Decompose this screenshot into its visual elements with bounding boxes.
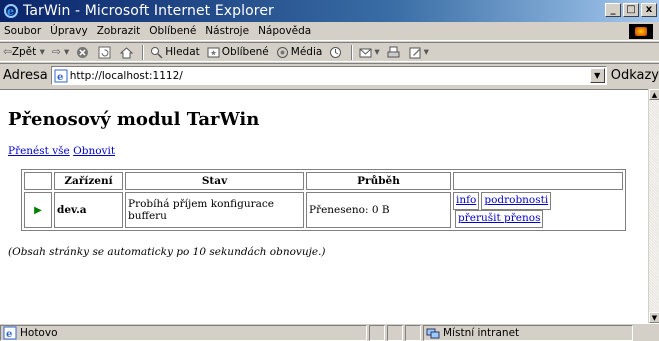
forward-arrow-icon: ⇨ ▾ bbox=[51, 46, 70, 58]
address-dropdown-button[interactable]: ▼ bbox=[589, 68, 605, 83]
status-bar: e Hotovo Místní intranet bbox=[0, 323, 659, 341]
windows-logo-icon bbox=[629, 24, 653, 39]
address-bar: Adresa e http://localhost:1112/ ▼ Odkazy bbox=[0, 63, 659, 87]
info-link[interactable]: info bbox=[456, 194, 476, 206]
toolbar: ⇦ Zpět ▾ ⇨ ▾ Hledat Oblíbené Média ▾ ▾ bbox=[0, 42, 659, 62]
window-title: TarWin - Microsoft Internet Explorer bbox=[23, 3, 274, 19]
table-row: ▶ dev.a Probíhá příjem konfigurace buffe… bbox=[24, 192, 623, 228]
device-actions: info podrobnosti přerušit přenos bbox=[453, 192, 623, 228]
status-panel bbox=[405, 324, 421, 341]
menu-bar: Soubor Úpravy Zobrazit Oblíbené Nástroje… bbox=[0, 22, 659, 41]
refresh-icon bbox=[98, 46, 111, 58]
chevron-down-icon: ▾ bbox=[423, 46, 429, 58]
search-button[interactable]: Hledat bbox=[150, 46, 200, 59]
page-icon: e bbox=[54, 69, 68, 83]
url-text[interactable]: http://localhost:1112/ bbox=[70, 70, 183, 82]
page-title: Přenosový modul TarWin bbox=[8, 109, 260, 130]
menu-zobrazit[interactable]: Zobrazit bbox=[97, 25, 141, 37]
stop-icon bbox=[77, 46, 89, 58]
device-name: dev.a bbox=[54, 192, 123, 228]
zone-text: Místní intranet bbox=[443, 326, 520, 339]
search-icon bbox=[151, 46, 163, 59]
address-label: Adresa bbox=[3, 68, 48, 83]
device-progress: Přeneseno: 0 B bbox=[306, 192, 451, 228]
menu-upravy[interactable]: Úpravy bbox=[50, 25, 88, 37]
chevron-down-icon: ▾ bbox=[36, 46, 45, 58]
home-button[interactable] bbox=[120, 46, 135, 59]
minimize-button[interactable]: _ bbox=[605, 3, 621, 17]
transfer-all-link[interactable]: Přenést vše bbox=[8, 145, 70, 157]
menu-nastroje[interactable]: Nástroje bbox=[205, 25, 249, 37]
address-field[interactable]: e http://localhost:1112/ ▼ bbox=[50, 66, 607, 85]
back-button[interactable]: ⇦ Zpět ▾ bbox=[3, 46, 45, 58]
ie-icon: e bbox=[4, 4, 18, 18]
forward-button[interactable]: ⇨ ▾ bbox=[52, 46, 69, 58]
header-indicator bbox=[24, 172, 52, 190]
header-status: Stav bbox=[125, 172, 304, 190]
auto-refresh-note: (Obsah stránky se automaticky po 10 seku… bbox=[8, 246, 326, 258]
history-button[interactable] bbox=[329, 46, 344, 59]
page-content: Přenosový modul TarWin Přenést vše Obnov… bbox=[0, 89, 648, 323]
print-icon bbox=[387, 46, 400, 57]
svg-text:e: e bbox=[6, 329, 12, 340]
header-progress: Průběh bbox=[306, 172, 451, 190]
media-label: Média bbox=[290, 46, 323, 58]
scroll-up-button[interactable]: ▲ bbox=[649, 89, 659, 100]
play-icon: ▶ bbox=[24, 192, 52, 228]
edit-icon bbox=[409, 47, 421, 58]
back-arrow-icon: ⇦ bbox=[3, 46, 12, 58]
favorites-button[interactable]: Oblíbené bbox=[207, 46, 269, 59]
print-button[interactable] bbox=[387, 46, 402, 59]
maximize-button[interactable]: □ bbox=[623, 3, 639, 17]
page-done-icon: e bbox=[3, 326, 17, 340]
back-label: Zpět bbox=[11, 46, 37, 58]
device-status: Probíhá příjem konfigurace bufferu bbox=[125, 192, 304, 228]
intranet-icon bbox=[426, 328, 440, 338]
refresh-link[interactable]: Obnovit bbox=[73, 145, 115, 157]
header-device: Zařízení bbox=[54, 172, 123, 190]
favorites-label: Oblíbené bbox=[221, 46, 269, 58]
media-button[interactable]: Média bbox=[276, 46, 323, 59]
edit-button[interactable]: ▾ bbox=[409, 46, 429, 59]
refresh-button[interactable] bbox=[98, 46, 113, 59]
svg-text:e: e bbox=[57, 72, 63, 83]
links-button[interactable]: Odkazy bbox=[611, 68, 659, 83]
scroll-down-button[interactable]: ▼ bbox=[649, 312, 659, 323]
devices-table: Zařízení Stav Průběh ▶ dev.a Probíhá pří… bbox=[21, 169, 626, 231]
history-icon bbox=[330, 46, 342, 58]
menu-soubor[interactable]: Soubor bbox=[4, 25, 41, 37]
menu-oblibene[interactable]: Oblíbené bbox=[149, 25, 196, 37]
close-button[interactable]: x bbox=[641, 3, 657, 17]
search-label: Hledat bbox=[165, 46, 200, 58]
security-zone: Místní intranet bbox=[423, 324, 633, 341]
status-text: Hotovo bbox=[20, 326, 58, 339]
abort-transfer-link[interactable]: přerušit přenos bbox=[458, 212, 540, 224]
favorites-icon bbox=[207, 47, 220, 57]
vertical-scrollbar[interactable]: ▲ ▼ bbox=[648, 89, 659, 323]
mail-icon bbox=[359, 48, 372, 57]
svg-text:e: e bbox=[7, 5, 14, 18]
chevron-down-icon: ▾ bbox=[374, 46, 380, 58]
details-link[interactable]: podrobnosti bbox=[484, 194, 548, 206]
home-icon bbox=[120, 46, 134, 58]
menu-napoveda[interactable]: Nápověda bbox=[258, 25, 311, 37]
header-actions bbox=[453, 172, 623, 190]
status-panel bbox=[369, 324, 385, 341]
mail-button[interactable]: ▾ bbox=[359, 46, 380, 59]
action-links: Přenést vše Obnovit bbox=[8, 145, 648, 157]
toolbar-separator bbox=[142, 44, 145, 60]
title-bar[interactable]: e TarWin - Microsoft Internet Explorer _… bbox=[0, 0, 659, 22]
toolbar-separator bbox=[351, 44, 354, 60]
status-panel bbox=[387, 324, 403, 341]
stop-button[interactable] bbox=[76, 46, 91, 59]
media-icon bbox=[276, 46, 288, 58]
status-main: e Hotovo bbox=[0, 324, 367, 341]
table-header-row: Zařízení Stav Průběh bbox=[24, 172, 623, 190]
